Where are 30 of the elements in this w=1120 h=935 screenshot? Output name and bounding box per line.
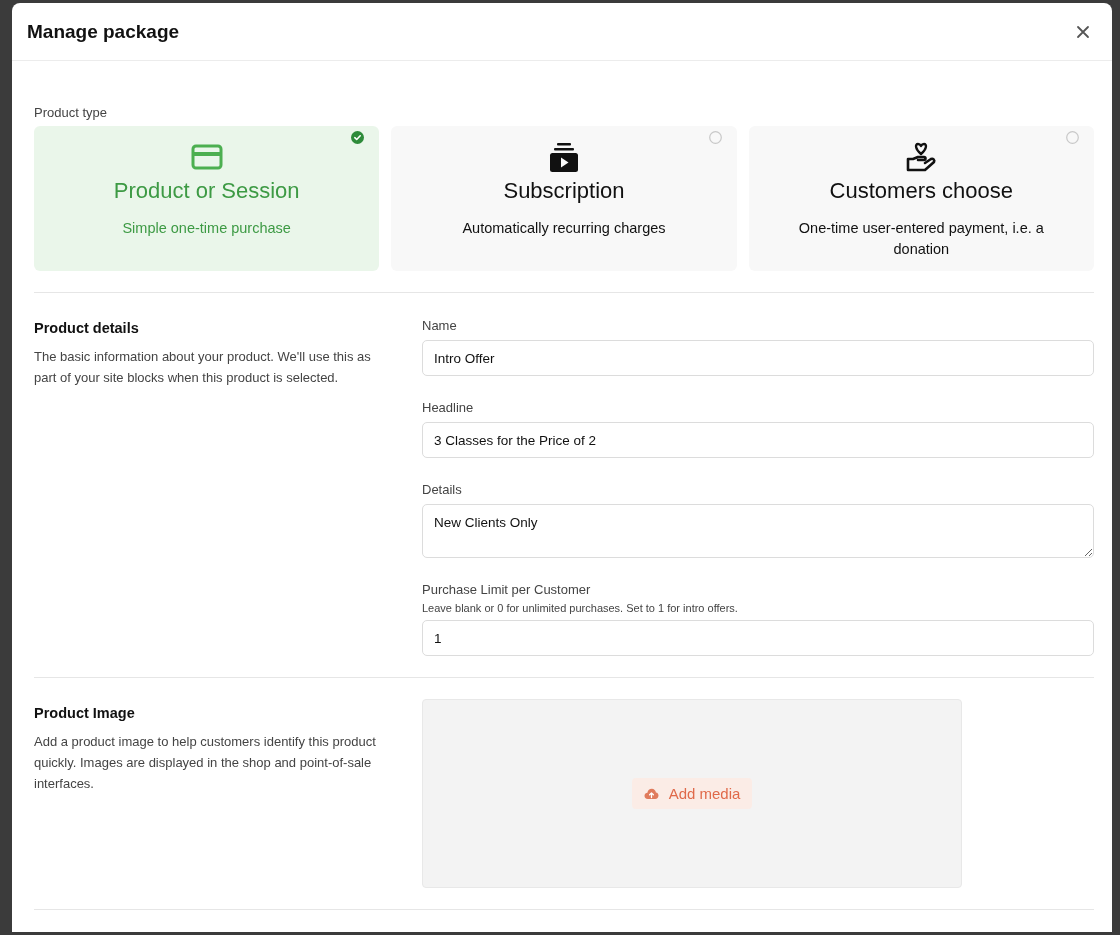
field-hint: Leave blank or 0 for unlimited purchases. Set to 1 for intro offers. [422, 602, 739, 614]
input-field[interactable]: 1 [422, 620, 1094, 656]
section-description: Add a product image to help customers identify this product quickly. Images are displayed in the shop and point-of-sale interfaces. [34, 733, 377, 793]
card-title: Customers choose [829, 178, 1014, 204]
field-label: Product type [34, 105, 108, 120]
dialog-title: Manage package [27, 20, 180, 43]
input-field[interactable]: Intro Offer [422, 340, 1094, 376]
field-label: Headline [422, 400, 475, 415]
field-label: Name [422, 318, 458, 333]
product-type-card[interactable]: Customers choose One-time user-entered payment, i.e. a donation [748, 126, 1094, 271]
input-field[interactable]: 3 Classes for the Price of 2 [422, 422, 1094, 458]
product-type-card[interactable]: Subscription Automatically recurring charges [391, 126, 737, 271]
section-title: Product details [34, 320, 140, 336]
video-stack-icon [548, 142, 580, 174]
section-title: Product Image [34, 705, 136, 721]
check-circle-icon [351, 131, 365, 144]
cloud-upload-icon [643, 787, 659, 800]
card-description: Automatically recurring charges [462, 219, 666, 238]
close-icon [1076, 24, 1090, 39]
radio-icon [708, 131, 722, 144]
radio-icon [1066, 131, 1079, 144]
text-area[interactable]: New Clients Only [422, 504, 1094, 558]
field-label: Purchase Limit per Customer [422, 582, 592, 597]
card-title: Subscription [503, 178, 625, 204]
section-description: The basic information about your product. We'll use this as part of your site blocks when this product is selected. [34, 348, 372, 387]
card-description: One-time user-entered payment, i.e. a donation [797, 219, 1045, 259]
field-label: Details [422, 482, 463, 497]
card-title: Product or Session [113, 178, 300, 204]
card-description: Simple one-time purchase [122, 219, 291, 238]
hand-heart-icon [905, 142, 938, 174]
